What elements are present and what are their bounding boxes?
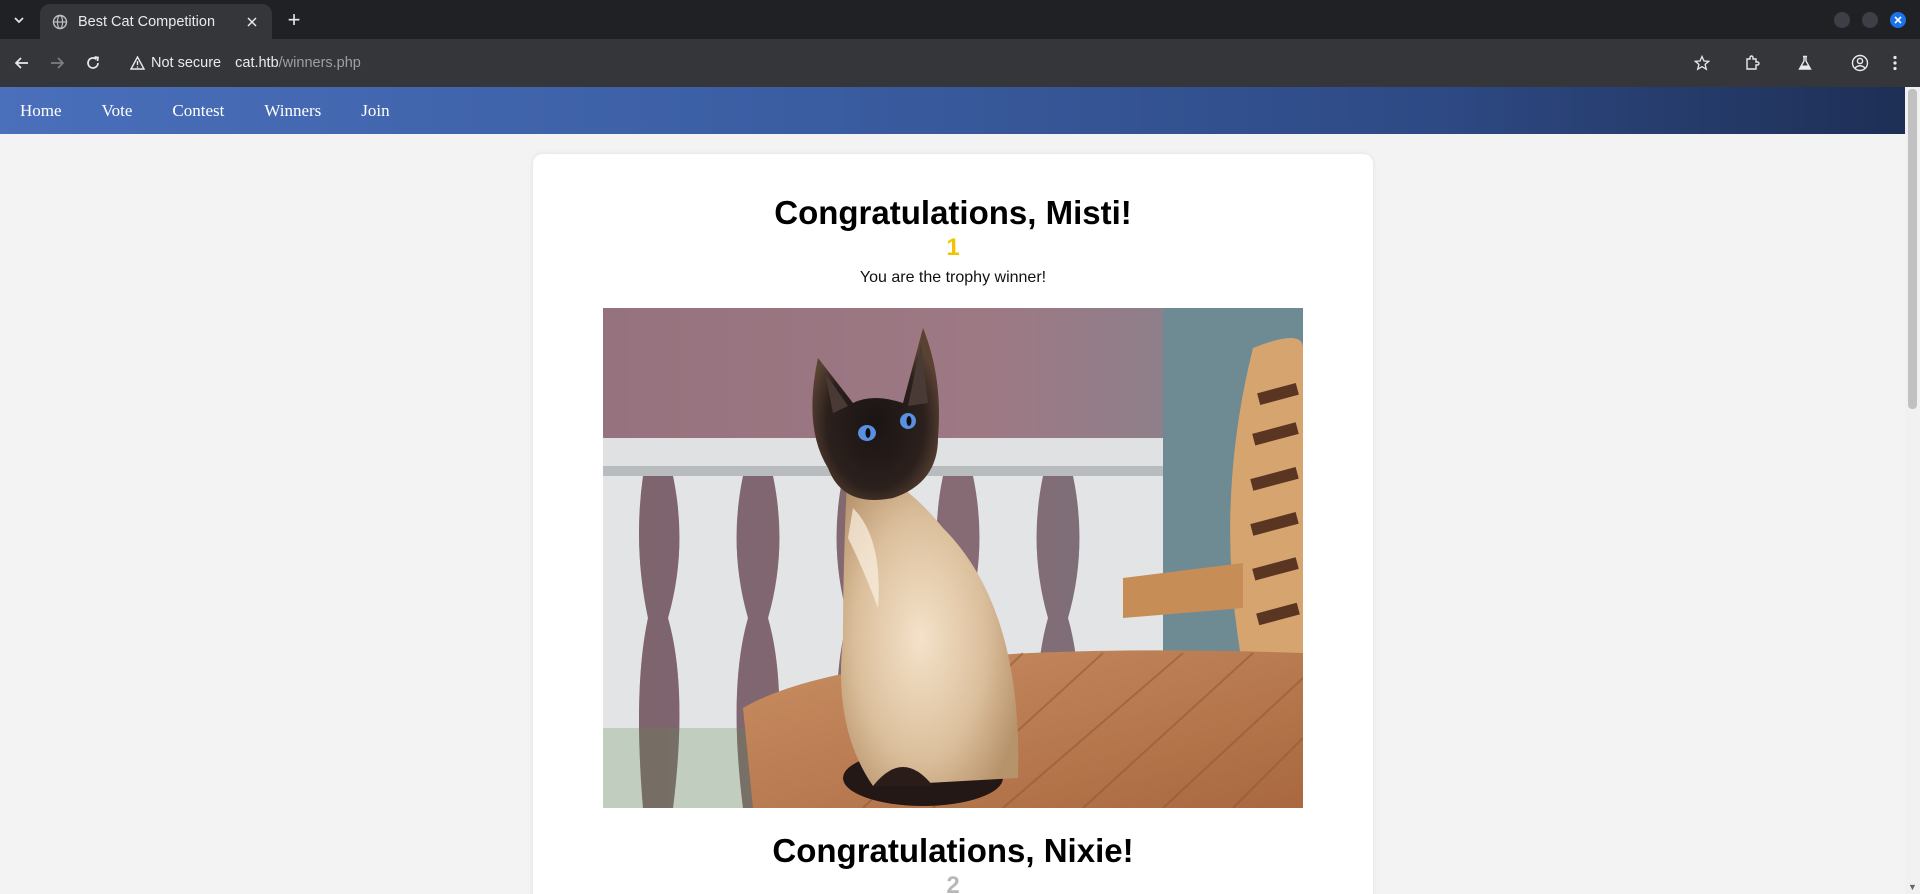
reload-icon <box>87 56 99 69</box>
close-icon <box>1894 16 1902 24</box>
forward-button[interactable] <box>45 51 69 75</box>
bookmark-star-icon[interactable] <box>1690 51 1714 75</box>
scroll-down-arrow-icon[interactable]: ▼ <box>1908 882 1917 892</box>
winner-heading: Congratulations, Misti! <box>774 194 1132 231</box>
tab-strip: Best Cat Competition + <box>0 0 1920 39</box>
page-scrollbar[interactable]: ▼ <box>1905 87 1920 894</box>
extensions-icon[interactable] <box>1740 51 1764 75</box>
tab-search-chevron-icon[interactable] <box>6 9 32 31</box>
profile-avatar-icon[interactable] <box>1848 51 1872 75</box>
page-viewport: Home Vote Contest Winners Join Congratul… <box>0 87 1905 894</box>
warning-icon <box>130 56 145 70</box>
winner-cat-photo <box>603 308 1303 808</box>
browser-menu-kebab-icon[interactable] <box>1883 51 1907 75</box>
maximize-button[interactable] <box>1862 12 1878 28</box>
winner-heading: Congratulations, Nixie! <box>772 832 1134 869</box>
nav-link-winners[interactable]: Winners <box>264 101 321 121</box>
browser-tab[interactable]: Best Cat Competition <box>40 4 272 39</box>
security-indicator[interactable]: Not secure <box>130 55 221 71</box>
minimize-button[interactable] <box>1834 12 1850 28</box>
winner-message: You are the trophy winner! <box>859 269 1047 286</box>
site-navbar: Home Vote Contest Winners Join <box>0 87 1905 134</box>
url-host: cat.htb <box>235 55 279 71</box>
tab-close-icon[interactable] <box>242 12 262 32</box>
tab-title: Best Cat Competition <box>78 13 216 30</box>
close-window-button[interactable] <box>1890 12 1906 28</box>
scrollbar-thumb[interactable] <box>1908 89 1917 409</box>
new-tab-button[interactable]: + <box>281 7 307 33</box>
winners-card: Congratulations, Misti! 1 You are the tr… <box>533 154 1373 894</box>
back-button[interactable] <box>10 51 34 75</box>
arrow-left-icon <box>14 57 28 69</box>
security-label: Not secure <box>151 55 222 71</box>
nav-link-contest[interactable]: Contest <box>172 101 224 121</box>
reload-button[interactable] <box>81 51 105 75</box>
nav-link-vote[interactable]: Vote <box>102 101 133 121</box>
siamese-cat-image <box>603 308 1303 808</box>
globe-icon <box>52 14 68 30</box>
arrow-right-icon <box>51 57 65 69</box>
nav-link-join[interactable]: Join <box>361 101 389 121</box>
url-path: /winners.php <box>278 55 361 71</box>
winner-rank: 2 <box>946 872 960 894</box>
nav-link-home[interactable]: Home <box>20 101 62 121</box>
winner-rank: 1 <box>946 234 960 261</box>
address-bar[interactable]: Not secure cat.htb/winners.php <box>120 46 1690 80</box>
browser-toolbar: Not secure cat.htb/winners.php <box>0 39 1920 87</box>
labs-flask-icon[interactable] <box>1793 51 1817 75</box>
